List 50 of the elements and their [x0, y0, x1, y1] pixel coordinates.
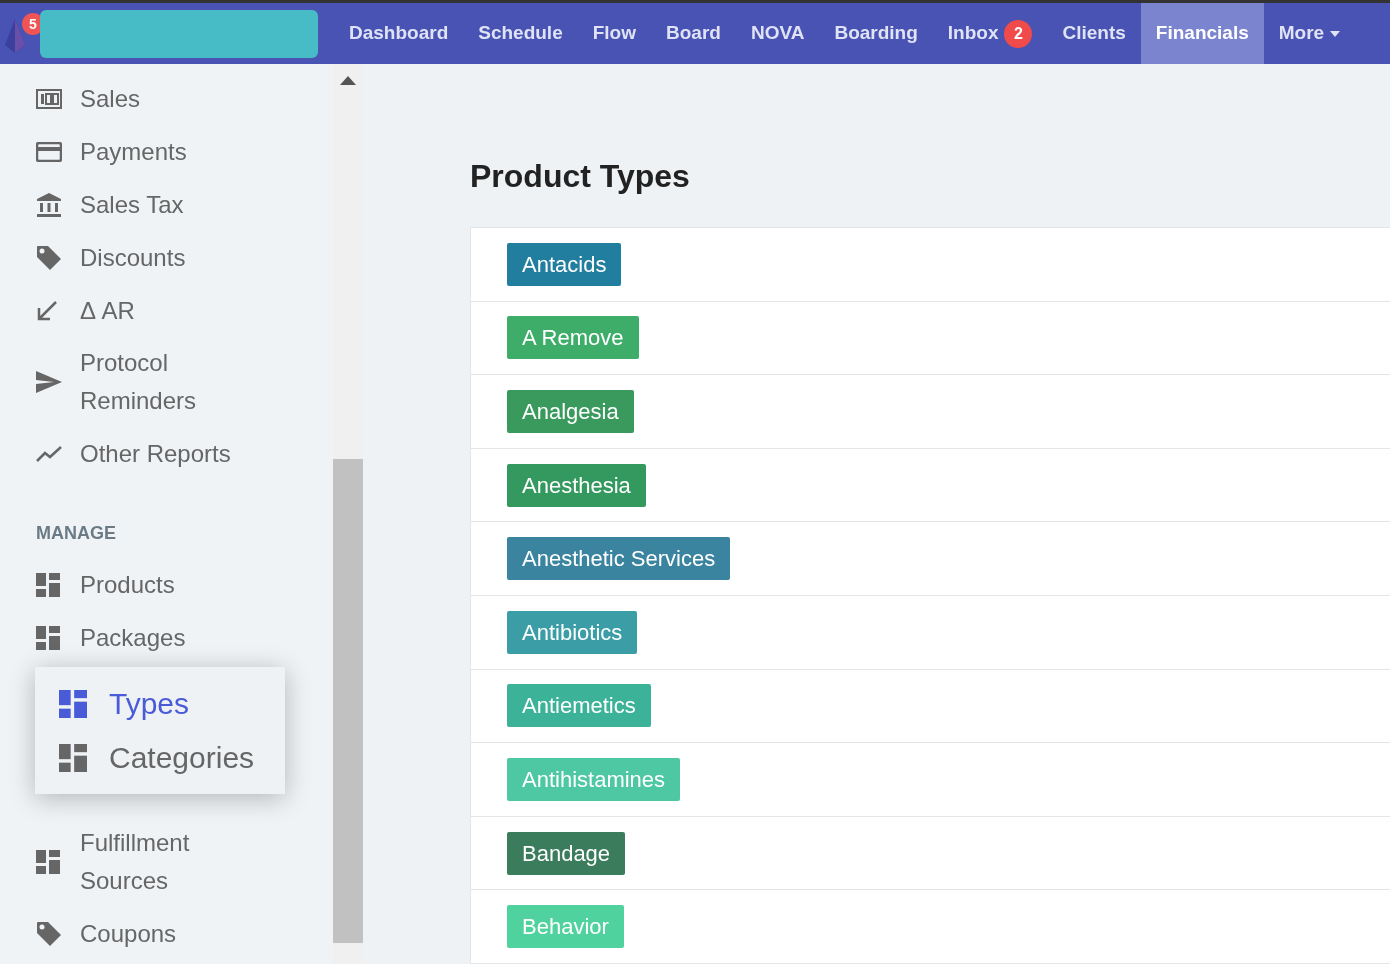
nav-tab[interactable]: Financials	[1140, 3, 1264, 64]
sidebar-item[interactable]: Coupons	[0, 907, 300, 960]
nav-tab[interactable]: Boarding	[819, 3, 933, 64]
sidebar-item[interactable]: Payments	[0, 125, 300, 178]
credit-card-icon	[36, 141, 62, 162]
scrollbar-thumb[interactable]	[333, 459, 363, 943]
nav-tab[interactable]: Board	[651, 3, 736, 64]
line-chart-icon	[36, 445, 62, 462]
sidebar-item[interactable]: Protocol Reminders	[0, 337, 300, 427]
submenu-item[interactable]: Categories	[35, 735, 285, 780]
type-tag[interactable]: Antibiotics	[507, 610, 638, 654]
nav-tab[interactable]: NOVA	[735, 3, 820, 64]
type-tag[interactable]: A Remove	[507, 316, 639, 360]
scroll-up-icon[interactable]	[340, 76, 356, 85]
nav-tab[interactable]: Clients	[1047, 3, 1141, 64]
type-tag[interactable]: Bandage	[507, 831, 626, 875]
section-heading: MANAGE	[36, 522, 116, 545]
count-badge: 2	[1004, 19, 1033, 48]
dashboard-icon	[59, 689, 87, 718]
tag-icon	[36, 920, 62, 947]
sidebar-item[interactable]: Discounts	[0, 231, 300, 284]
nav-tab[interactable]: More	[1263, 3, 1356, 64]
type-tag[interactable]: Antiemetics	[507, 684, 651, 728]
tag-icon	[36, 244, 62, 271]
submenu-item[interactable]: Types	[35, 681, 285, 726]
sidebar-item[interactable]: Sales	[0, 72, 300, 125]
nav-tab[interactable]: Inbox 2	[932, 3, 1048, 64]
sidebar-item[interactable]: Products	[0, 558, 300, 611]
sidebar-item[interactable]: Δ AR	[0, 284, 300, 337]
bank-icon	[36, 191, 62, 218]
dashboard-icon	[36, 572, 60, 597]
type-tag[interactable]: Antacids	[507, 242, 622, 286]
counter-icon	[36, 88, 62, 109]
logo-icon[interactable]	[5, 19, 25, 53]
nav-tab[interactable]: Dashboard	[334, 3, 464, 64]
dashboard-icon	[36, 850, 60, 874]
page-title: Product Types	[470, 157, 690, 196]
dashboard-icon	[59, 743, 87, 772]
sidebar-item[interactable]: Sales Tax	[0, 178, 300, 231]
type-tag[interactable]: Anesthesia	[507, 463, 646, 507]
sidebar-item[interactable]: Packages	[0, 611, 300, 664]
arrow-down-left-icon	[36, 299, 58, 322]
nav-tab[interactable]: Flow	[577, 3, 651, 64]
type-tag[interactable]: Anesthetic Services	[507, 537, 731, 581]
nav-tab[interactable]: Schedule	[463, 3, 578, 64]
sidebar-item[interactable]: Fulfillment Sources	[0, 817, 300, 907]
sidebar-item[interactable]: Other Reports	[0, 427, 300, 480]
type-tag[interactable]: Analgesia	[507, 390, 634, 433]
send-icon	[36, 371, 62, 393]
dashboard-icon	[36, 625, 60, 650]
